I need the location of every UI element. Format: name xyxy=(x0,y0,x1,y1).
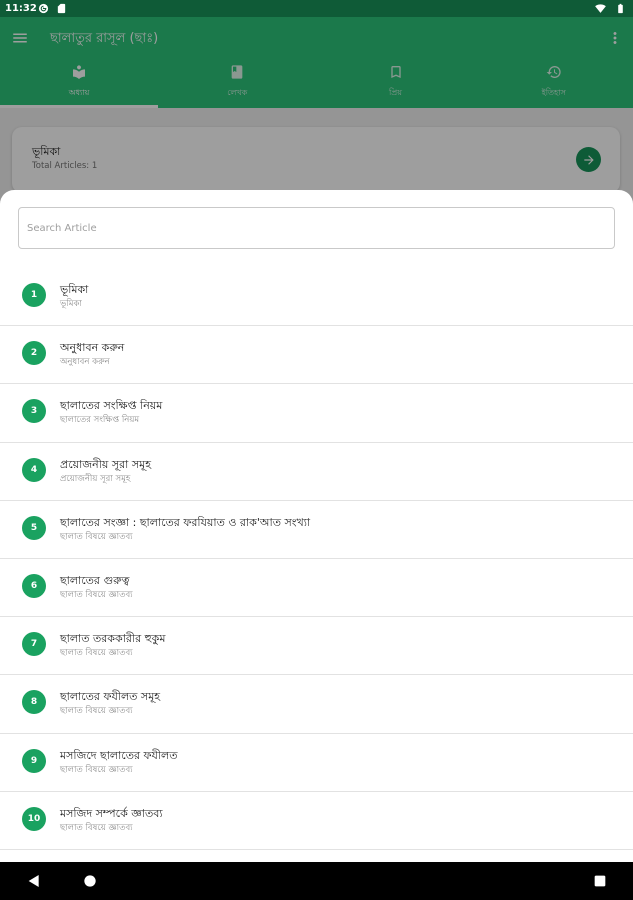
article-item[interactable]: 8 ছালাতের ফযীলত সমূহ ছালাত বিষয়ে জ্ঞাতব… xyxy=(0,675,633,734)
status-bar: 11:32 xyxy=(0,0,633,17)
search-input[interactable] xyxy=(19,208,614,248)
article-subtitle: ছালাত বিষয়ে জ্ঞাতব্য xyxy=(60,589,133,600)
article-item[interactable]: 1 ভূমিকা ভূমিকা xyxy=(0,268,633,327)
article-number-badge: 7 xyxy=(22,632,46,657)
article-item[interactable]: 3 ছালাতের সংক্ষিপ্ত নিয়ম ছালাতের সংক্ষি… xyxy=(0,384,633,443)
back-icon[interactable] xyxy=(26,873,42,889)
article-subtitle: ছালাত বিষয়ে জ্ঞাতব্য xyxy=(60,822,133,833)
wifi-icon xyxy=(595,3,606,14)
article-title: ছালাতের গুরুত্ব xyxy=(60,573,130,587)
article-number-badge: 3 xyxy=(22,399,46,424)
article-item[interactable]: 6 ছালাতের গুরুত্ব ছালাত বিষয়ে জ্ঞাতব্য xyxy=(0,559,633,618)
search-field xyxy=(18,207,615,249)
article-title: ছালাতের সংক্ষিপ্ত নিয়ম xyxy=(60,399,163,413)
recents-icon[interactable] xyxy=(592,873,608,889)
article-list: 1 ভূমিকা ভূমিকা 2 অনুধাবন করুন অনুধাবন ক… xyxy=(0,268,633,850)
article-title: ছালাত তরককারীর হুকুম xyxy=(60,632,166,646)
article-number-badge: 2 xyxy=(22,341,46,366)
home-icon[interactable] xyxy=(82,873,98,889)
article-subtitle: ছালাত বিষয়ে জ্ঞাতব্য xyxy=(60,764,133,775)
article-title: মসজিদে ছালাতের ফযীলত xyxy=(60,748,178,762)
article-subtitle: প্রয়োজনীয় সূরা সমূহ xyxy=(60,473,131,484)
article-item[interactable]: 5 ছালাতের সংজ্ঞা : ছালাতের ফরযিয়াত ও রা… xyxy=(0,501,633,559)
article-title: ভূমিকা xyxy=(60,283,89,296)
article-number-badge: 8 xyxy=(22,690,46,715)
article-subtitle: অনুধাবন করুন xyxy=(60,357,110,368)
article-number-badge: 9 xyxy=(22,748,46,773)
status-time: 11:32 xyxy=(5,3,37,14)
article-item[interactable]: 4 প্রয়োজনীয় সূরা সমূহ প্রয়োজনীয় সূরা… xyxy=(0,443,633,501)
article-item[interactable]: 7 ছালাত তরককারীর হুকুম ছালাত বিষয়ে জ্ঞা… xyxy=(0,617,633,676)
article-title: ছালাতের সংজ্ঞা : ছালাতের ফরযিয়াত ও রাক'… xyxy=(60,515,311,529)
article-title: মসজিদ সম্পর্কে জ্ঞাতব্য xyxy=(60,806,163,820)
article-subtitle: ছালাত বিষয়ে জ্ঞাতব্য xyxy=(60,648,133,659)
article-subtitle: ছালাত বিষয়ে জ্ঞাতব্য xyxy=(60,706,133,717)
article-number-badge: 1 xyxy=(22,283,46,307)
article-subtitle: ছালাতের সংক্ষিপ্ত নিয়ম xyxy=(60,415,140,426)
article-title: প্রয়োজনীয় সূরা সমূহ xyxy=(60,457,151,471)
article-bottom-sheet: 1 ভূমিকা ভূমিকা 2 অনুধাবন করুন অনুধাবন ক… xyxy=(0,190,633,862)
notification-icon xyxy=(38,3,49,14)
battery-icon xyxy=(615,3,626,14)
article-subtitle: ছালাত বিষয়ে জ্ঞাতব্য xyxy=(60,531,133,542)
article-subtitle: ভূমিকা xyxy=(60,299,82,309)
article-number-badge: 10 xyxy=(22,806,46,831)
article-item[interactable]: 9 মসজিদে ছালাতের ফযীলত ছালাত বিষয়ে জ্ঞা… xyxy=(0,734,633,792)
article-number-badge: 4 xyxy=(22,457,46,482)
article-title: ছালাতের ফযীলত সমূহ xyxy=(60,690,161,704)
article-number-badge: 5 xyxy=(22,515,46,540)
article-item[interactable]: 2 অনুধাবন করুন অনুধাবন করুন xyxy=(0,326,633,385)
article-number-badge: 6 xyxy=(22,573,46,598)
sd-card-icon xyxy=(56,3,67,14)
system-nav-bar xyxy=(0,862,633,900)
article-title: অনুধাবন করুন xyxy=(60,341,125,355)
article-item[interactable]: 10 মসজিদ সম্পর্কে জ্ঞাতব্য ছালাত বিষয়ে … xyxy=(0,792,633,850)
